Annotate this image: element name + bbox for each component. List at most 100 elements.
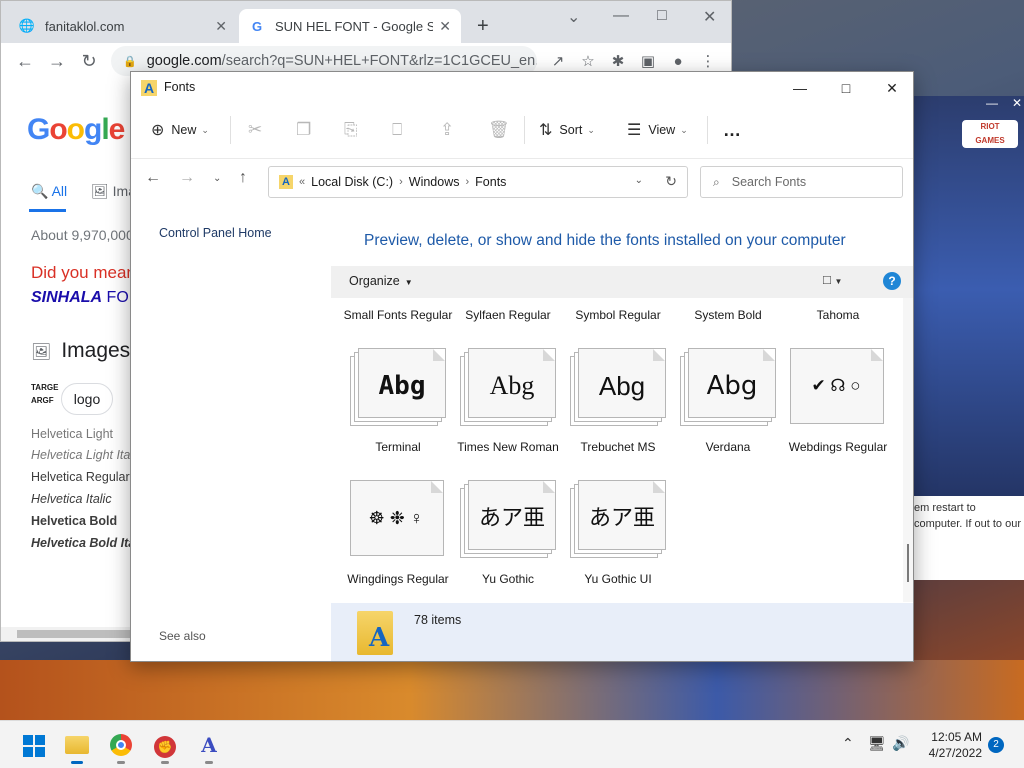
close-icon[interactable]: ✕	[869, 76, 913, 100]
font-item-terminal[interactable]: Abg Terminal	[343, 348, 453, 455]
extensions-puzzle-icon[interactable]: ✱	[603, 52, 633, 70]
font-item[interactable]: Sylfaen Regular	[453, 308, 563, 323]
window-titlebar: A Fonts — □ ✕	[131, 72, 913, 104]
reload-icon[interactable]: ↻	[73, 51, 105, 72]
windows-logo-icon	[23, 735, 45, 757]
scrollbar-thumb[interactable]	[17, 630, 137, 638]
paste-icon[interactable]: ⎘	[344, 120, 358, 140]
new-button[interactable]: ⊕ New ⌄	[151, 118, 209, 142]
riot-client-taskbar-button[interactable]: ✊	[151, 731, 179, 764]
vertical-scrollbar[interactable]	[903, 298, 913, 602]
image-icon: 🖼	[31, 344, 52, 361]
organize-button[interactable]: Organize ▼	[349, 274, 413, 288]
clock[interactable]: 12:05 AM 4/27/2022	[922, 729, 982, 761]
target-logo-thumbnail[interactable]: TARGE ARGF	[31, 381, 65, 417]
chrome-menu-icon[interactable]: ⋮	[693, 52, 723, 70]
minimize-icon[interactable]: —	[777, 76, 823, 100]
fonts-taskbar-button[interactable]: A	[195, 731, 223, 764]
address-dropdown-icon[interactable]: ⌄	[635, 175, 643, 186]
scrollbar-thumb[interactable]	[907, 544, 909, 582]
font-item-wingdings[interactable]: ☸ ❉ ♀ Wingdings Regular	[343, 480, 453, 587]
breadcrumb-fonts[interactable]: Fonts	[475, 175, 506, 189]
launcher-message: em restart to computer. If out to our	[914, 496, 1024, 580]
font-preview: あア亜	[588, 505, 655, 530]
maximize-icon[interactable]: □	[657, 7, 667, 25]
change-view-button[interactable]: □ ▼	[823, 272, 842, 287]
cut-icon[interactable]: ✂	[248, 120, 262, 140]
rename-icon[interactable]: ⎕	[392, 120, 402, 140]
share-icon[interactable]: ↗	[543, 52, 573, 70]
helvetica-sample-2[interactable]: Helvetica Light Italic	[31, 448, 142, 462]
maximize-icon[interactable]: □	[823, 76, 869, 100]
font-label: Yu Gothic UI	[584, 572, 652, 586]
font-preview: Abg	[489, 371, 535, 400]
recent-locations-chevron-icon[interactable]: ⌄	[213, 173, 221, 184]
font-item-webdings[interactable]: ✔ ☊ ○ Webdings Regular	[783, 348, 893, 455]
refresh-icon[interactable]: ↻	[665, 173, 677, 190]
font-item-yu-gothic[interactable]: あア亜 Yu Gothic	[453, 480, 563, 587]
tab-search-chevron-icon[interactable]: ⌄	[567, 7, 580, 27]
helvetica-sample-3[interactable]: Helvetica Regular	[31, 470, 130, 484]
back-arrow-icon[interactable]: ←	[145, 169, 161, 187]
chrome-tab-google-search[interactable]: G SUN HEL FONT - Google Search ✕	[239, 9, 461, 43]
network-icon[interactable]: 🖥	[868, 735, 886, 752]
helvetica-sample-1[interactable]: Helvetica Light	[31, 427, 113, 441]
profile-avatar-icon[interactable]: ●	[663, 53, 693, 70]
new-tab-button[interactable]: +	[477, 15, 489, 38]
breadcrumb-overflow[interactable]: «	[299, 176, 305, 188]
bookmark-star-icon[interactable]: ☆	[573, 52, 603, 70]
font-item-verdana[interactable]: Abg Verdana	[673, 348, 783, 455]
copy-icon[interactable]: ❐	[296, 120, 311, 140]
forward-arrow-icon[interactable]: →	[41, 51, 73, 72]
forward-arrow-icon[interactable]: →	[179, 169, 195, 187]
google-logo[interactable]: Google	[27, 113, 125, 147]
font-preview: Abg	[598, 371, 646, 401]
back-arrow-icon[interactable]: ←	[9, 51, 41, 72]
address-bar[interactable]: A « Local Disk (C:) › Windows › Fonts ⌄ …	[268, 166, 688, 198]
close-tab-icon[interactable]: ✕	[439, 18, 451, 35]
font-item[interactable]: Tahoma	[783, 308, 893, 323]
side-panel-icon[interactable]: ▣	[633, 52, 663, 70]
control-panel-home-link[interactable]: Control Panel Home	[159, 226, 272, 240]
google-tab-all[interactable]: 🔍 All	[31, 183, 67, 200]
font-item[interactable]: Small Fonts Regular	[343, 308, 453, 323]
chrome-taskbar-button[interactable]	[107, 731, 135, 764]
font-item-times[interactable]: Abg Times New Roman	[453, 348, 563, 455]
notification-badge[interactable]: 2	[988, 737, 1004, 753]
close-tab-icon[interactable]: ✕	[215, 18, 227, 35]
file-explorer-taskbar-button[interactable]	[63, 731, 91, 764]
delete-icon[interactable]: 🗑	[488, 120, 510, 140]
breadcrumb-local-disk[interactable]: Local Disk (C:)	[311, 175, 393, 189]
up-arrow-icon[interactable]: ↑	[239, 169, 247, 187]
view-button[interactable]: ☰ View ⌄	[627, 118, 688, 142]
font-thumbnail: あア亜	[460, 480, 556, 560]
close-icon[interactable]: ✕	[703, 7, 716, 27]
font-item-yu-gothic-ui[interactable]: あア亜 Yu Gothic UI	[563, 480, 673, 587]
organize-label: Organize	[349, 274, 400, 288]
close-icon[interactable]: ✕	[1012, 96, 1022, 110]
chevron-up-icon[interactable]: ⌃	[842, 735, 854, 752]
help-icon[interactable]: ?	[883, 272, 901, 290]
helvetica-sample-5[interactable]: Helvetica Bold	[31, 514, 117, 528]
start-button[interactable]	[19, 731, 47, 759]
chevron-down-icon: ⌄	[201, 124, 209, 135]
font-item[interactable]: Symbol Regular	[563, 308, 673, 323]
font-item[interactable]: System Bold	[673, 308, 783, 323]
font-thumbnail: あア亜	[570, 480, 666, 560]
toolbar-divider	[524, 116, 525, 144]
sort-button[interactable]: ⇅ Sort ⌄	[539, 118, 595, 142]
minimize-icon[interactable]: —	[613, 7, 629, 25]
search-fonts-input[interactable]: ⌕ Search Fonts	[700, 166, 903, 198]
folder-icon	[65, 736, 89, 754]
share-icon[interactable]: ⇪	[440, 120, 454, 140]
minimize-icon[interactable]: —	[986, 96, 998, 110]
chrome-tab-strip: 🌐 fanitaklol.com ✕ G SUN HEL FONT - Goog…	[1, 1, 731, 43]
fonts-folder-icon: A	[141, 80, 157, 96]
chrome-tab-fanitaklol[interactable]: 🌐 fanitaklol.com ✕	[9, 9, 237, 43]
more-options-button[interactable]: …	[723, 118, 741, 142]
breadcrumb-windows[interactable]: Windows	[409, 175, 460, 189]
font-item-trebuchet[interactable]: Abg Trebuchet MS	[563, 348, 673, 455]
chip-logo[interactable]: logo	[61, 383, 113, 415]
helvetica-sample-4[interactable]: Helvetica Italic	[31, 492, 112, 506]
volume-icon[interactable]: 🔊	[892, 735, 909, 752]
